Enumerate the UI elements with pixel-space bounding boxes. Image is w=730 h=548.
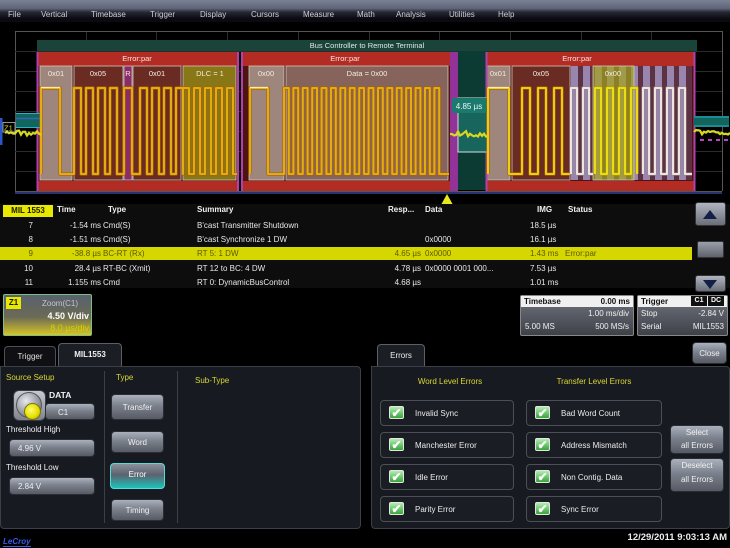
- svg-text:0x01: 0x01: [490, 69, 506, 78]
- svg-text:Bus Controller to Remote Termi: Bus Controller to Remote Terminal: [310, 41, 425, 50]
- svg-text:0x01: 0x01: [149, 69, 165, 78]
- svg-text:4.85 µs: 4.85 µs: [456, 102, 482, 111]
- svg-text:Error:par: Error:par: [330, 54, 360, 63]
- svg-text:Z1: Z1: [4, 124, 13, 133]
- svg-text:0x00: 0x00: [258, 69, 274, 78]
- svg-text:DLC = 1: DLC = 1: [196, 69, 224, 78]
- svg-text:0x00: 0x00: [605, 69, 621, 78]
- svg-text:Error:par: Error:par: [562, 54, 592, 63]
- svg-text:Data = 0x00: Data = 0x00: [347, 69, 388, 78]
- svg-text:0x05: 0x05: [90, 69, 106, 78]
- svg-text:Error:par: Error:par: [122, 54, 152, 63]
- svg-text:R: R: [125, 69, 131, 78]
- svg-text:0x05: 0x05: [533, 69, 549, 78]
- svg-text:0x01: 0x01: [48, 69, 64, 78]
